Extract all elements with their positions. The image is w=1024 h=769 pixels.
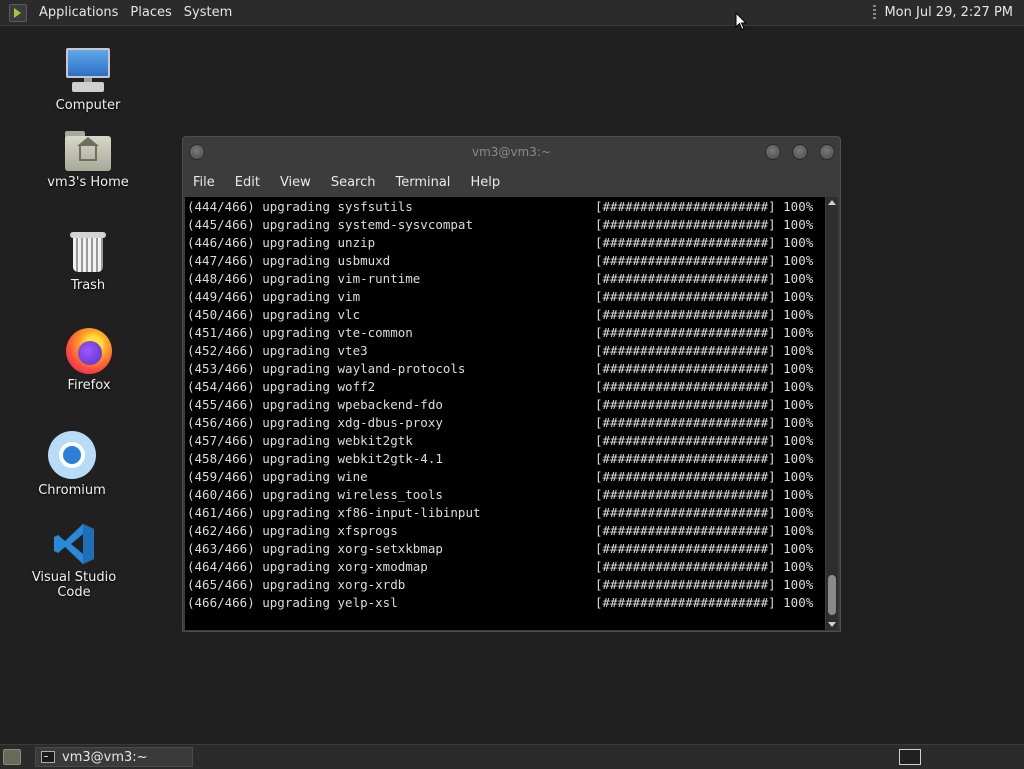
menu-view[interactable]: View (270, 175, 321, 190)
desktop-icon-computer[interactable]: Computer (28, 46, 148, 113)
desktop-icon-label: Firefox (67, 378, 111, 393)
desktop-icon-trash[interactable]: Trash (28, 230, 148, 293)
terminal-titlebar[interactable]: vm3@vm3:~ (183, 137, 840, 167)
desktop-icon-chromium[interactable]: Chromium (12, 431, 132, 498)
terminal-progress-text: [######################] 100% (595, 397, 814, 412)
home-folder-icon (65, 131, 111, 171)
desktop-icon-label: Visual Studio Code (31, 570, 117, 600)
terminal-line-text: (458/466) upgrading webkit2gtk-4.1 (187, 451, 443, 466)
terminal-progress-text: [######################] 100% (595, 415, 814, 430)
terminal-line-text: (447/466) upgrading usbmuxd (187, 253, 391, 268)
desktop-icon-home[interactable]: vm3's Home (28, 131, 148, 190)
computer-icon (64, 46, 112, 94)
places-menu[interactable]: Places (124, 5, 177, 20)
mouse-cursor-icon (735, 12, 747, 31)
maximize-button[interactable] (792, 144, 808, 160)
desktop-icon-label: Trash (70, 278, 106, 293)
terminal-progress-text: [######################] 100% (595, 451, 814, 466)
terminal-line-text: (457/466) upgrading webkit2gtk (187, 433, 413, 448)
terminal-line-text: (461/466) upgrading xf86-input-libinput (187, 505, 481, 520)
minimize-button[interactable] (765, 144, 781, 160)
terminal-progress-text: [######################] 100% (595, 271, 814, 286)
window-title: vm3@vm3:~ (472, 145, 551, 159)
menu-search[interactable]: Search (321, 175, 386, 190)
terminal-progress-text: [######################] 100% (595, 541, 814, 556)
terminal-line-text: (446/466) upgrading unzip (187, 235, 376, 250)
terminal-line-text: (449/466) upgrading vim (187, 289, 361, 304)
desktop-icon-firefox[interactable]: Firefox (29, 328, 149, 393)
terminal-line-text: (448/466) upgrading vim-runtime (187, 271, 421, 286)
terminal-progress-text: [######################] 100% (595, 559, 814, 574)
terminal-window: vm3@vm3:~ File Edit View Search Terminal… (182, 136, 841, 632)
terminal-progress-text: [######################] 100% (595, 433, 814, 448)
terminal-scrollbar[interactable] (826, 197, 838, 630)
terminal-progress-text: [######################] 100% (595, 289, 814, 304)
tray-area: Mon Jul 29, 2:27 PM (873, 5, 1013, 20)
top-panel: Applications Places System Mon Jul 29, 2… (0, 0, 1024, 26)
workspace-switcher[interactable] (899, 749, 921, 765)
terminal-line-text: (452/466) upgrading vte3 (187, 343, 368, 358)
clock[interactable]: Mon Jul 29, 2:27 PM (884, 5, 1013, 20)
terminal-progress-text: [######################] 100% (595, 523, 814, 538)
terminal-line-text: (444/466) upgrading sysfsutils (187, 199, 413, 214)
vscode-icon (54, 524, 94, 564)
desktop-icon-label: vm3's Home (47, 175, 129, 190)
terminal-menubar: File Edit View Search Terminal Help (183, 170, 840, 194)
terminal-line-text: (450/466) upgrading vlc (187, 307, 361, 322)
terminal-line-text: (459/466) upgrading wine (187, 469, 368, 484)
scroll-thumb[interactable] (828, 575, 836, 615)
desktop-icon-label: Chromium (38, 483, 106, 498)
terminal-progress-text: [######################] 100% (595, 217, 814, 232)
terminal-progress-text: [######################] 100% (595, 361, 814, 376)
menu-edit[interactable]: Edit (225, 175, 270, 190)
menu-logo-icon[interactable] (9, 3, 27, 22)
terminal-output[interactable]: (444/466) upgrading sysfsutils [#########… (185, 197, 825, 630)
scroll-down-arrow-icon[interactable] (828, 622, 836, 627)
terminal-progress-text: [######################] 100% (595, 253, 814, 268)
terminal-line-text: (460/466) upgrading wireless_tools (187, 487, 443, 502)
terminal-line-text: (445/466) upgrading systemd-sysvcompat (187, 217, 473, 232)
terminal-line-text: (453/466) upgrading wayland-protocols (187, 361, 466, 376)
trash-icon (69, 230, 107, 274)
terminal-progress-text: [######################] 100% (595, 505, 814, 520)
terminal-line-text: (462/466) upgrading xfsprogs (187, 523, 398, 538)
scroll-up-arrow-icon[interactable] (828, 200, 836, 205)
terminal-line-text: (466/466) upgrading yelp-xsl (187, 595, 398, 610)
menu-terminal[interactable]: Terminal (385, 175, 460, 190)
tray-separator (873, 5, 877, 20)
close-button[interactable] (819, 144, 835, 160)
terminal-line-text: (465/466) upgrading xorg-xrdb (187, 577, 406, 592)
firefox-icon (66, 328, 112, 374)
menu-file[interactable]: File (183, 175, 225, 190)
terminal-progress-text: [######################] 100% (595, 199, 814, 214)
chromium-icon (48, 431, 96, 479)
terminal-progress-text: [######################] 100% (595, 577, 814, 592)
terminal-progress-text: [######################] 100% (595, 325, 814, 340)
terminal-line-text: (463/466) upgrading xorg-setxkbmap (187, 541, 443, 556)
applications-menu[interactable]: Applications (33, 5, 124, 20)
terminal-line-text: (454/466) upgrading woff2 (187, 379, 376, 394)
terminal-progress-text: [######################] 100% (595, 235, 814, 250)
terminal-line-text: (451/466) upgrading vte-common (187, 325, 413, 340)
taskbar-item-terminal[interactable]: vm3@vm3:~ (35, 747, 193, 767)
terminal-progress-text: [######################] 100% (595, 487, 814, 502)
terminal-line-text: (455/466) upgrading wpebackend-fdo (187, 397, 443, 412)
terminal-progress-text: [######################] 100% (595, 343, 814, 358)
terminal-line-text: (464/466) upgrading xorg-xmodmap (187, 559, 428, 574)
system-menu[interactable]: System (178, 5, 238, 20)
bottom-panel: vm3@vm3:~ (0, 744, 1024, 769)
terminal-icon (41, 751, 55, 763)
terminal-progress-text: [######################] 100% (595, 469, 814, 484)
menu-help[interactable]: Help (460, 175, 510, 190)
taskbar-item-label: vm3@vm3:~ (62, 749, 148, 765)
terminal-progress-text: [######################] 100% (595, 595, 814, 610)
desktop-icon-vscode[interactable]: Visual Studio Code (14, 522, 134, 600)
terminal-line-text: (456/466) upgrading xdg-dbus-proxy (187, 415, 443, 430)
show-desktop-icon[interactable] (3, 749, 21, 765)
desktop-icon-label: Computer (55, 98, 121, 113)
terminal-progress-text: [######################] 100% (595, 307, 814, 322)
terminal-progress-text: [######################] 100% (595, 379, 814, 394)
